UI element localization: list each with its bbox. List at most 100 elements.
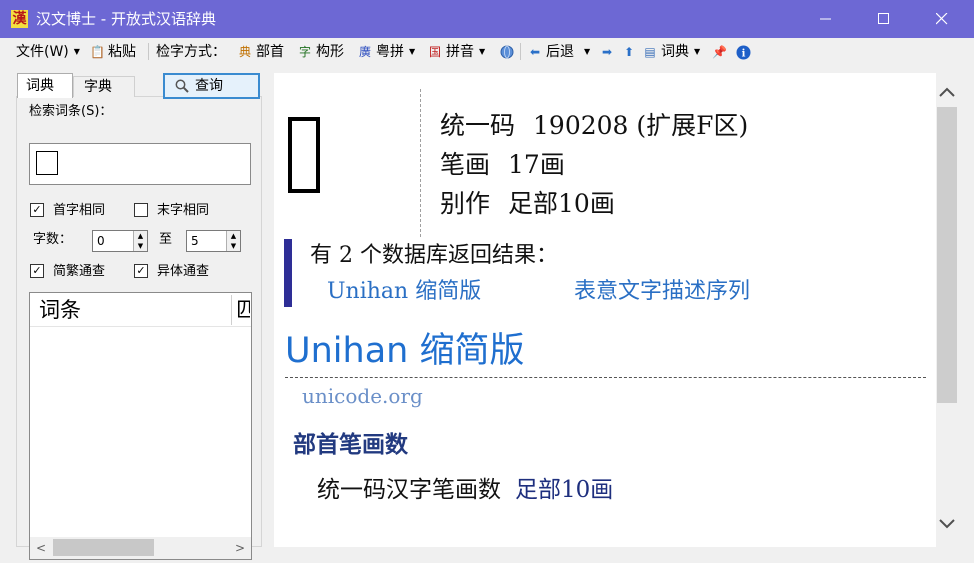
column-divider[interactable]	[231, 295, 232, 325]
chevron-up-icon[interactable]	[938, 81, 956, 103]
count-from-stepper[interactable]: 0 ▲ ▼	[92, 230, 148, 252]
dropdown-arrow-icon: ▼	[584, 47, 591, 56]
caret-down-icon[interactable]: ▼	[227, 241, 240, 251]
dictionary-button[interactable]: ▤ 词典 ▼	[643, 42, 700, 62]
search-input-glyph	[36, 151, 58, 175]
simp-trad-label: 简繁通查	[53, 264, 106, 279]
paste-label: 粘贴	[108, 44, 136, 60]
alt-form-value: 足部10画	[508, 189, 615, 218]
search-tab-page: 检索词条(S)： ✓ 首字相同 末字相同 字数： 0 ▲ ▼ 至 5 ▲ ▼ ✓ 简…	[16, 96, 262, 560]
minimize-icon	[820, 18, 831, 20]
chevron-right-icon[interactable]: >	[235, 540, 245, 556]
structure-icon: 字	[298, 45, 311, 59]
check-icon: ✓	[32, 264, 42, 277]
dropdown-arrow-icon: ▼	[409, 47, 416, 56]
tab-zidian[interactable]: 字典	[73, 76, 135, 97]
title-bar: 漢 汉文博士 - 开放式汉语辞典	[0, 0, 974, 38]
count-label: 字数：	[33, 232, 73, 247]
db-link-ids[interactable]: 表意文字描述序列	[574, 277, 750, 307]
method-label: 检字方式：	[156, 44, 226, 60]
alt-form-row: 别作 足部10画	[440, 187, 615, 221]
pin-button[interactable]: 📌	[712, 42, 730, 62]
result-heading: 有 2 个数据库返回结果：	[310, 243, 558, 268]
word-list[interactable]: 词条 匹 < >	[29, 292, 252, 560]
chevron-down-icon[interactable]	[938, 513, 956, 535]
info-button[interactable]: i	[736, 42, 751, 62]
search-input[interactable]	[29, 143, 251, 185]
maximize-icon	[878, 13, 889, 24]
source-link[interactable]: unicode.org	[302, 383, 423, 409]
codepoint-row: 统一码 190208 (扩展F区)	[440, 109, 748, 143]
horizontal-scrollbar[interactable]: < >	[30, 537, 251, 559]
pin-icon: 📌	[712, 45, 727, 59]
pinyin-button[interactable]: 国拼音 ▼	[428, 42, 485, 62]
cantonese-label: 粤拼	[376, 44, 404, 60]
count-from-value: 0	[97, 234, 105, 248]
dictionary-label: 词典	[661, 44, 689, 60]
close-button[interactable]	[914, 0, 970, 38]
section-title: Unihan 缩简版	[285, 331, 525, 371]
home-button[interactable]: ⬆	[622, 42, 640, 62]
to-label: 至	[159, 232, 173, 247]
strokes-row: 笔画 17画	[440, 148, 565, 182]
scrollbar-thumb[interactable]	[53, 539, 154, 556]
tab-cidian[interactable]: 词典	[17, 73, 73, 98]
caret-down-icon[interactable]: ▼	[134, 241, 147, 251]
radical-icon: 典	[238, 45, 251, 59]
variant-checkbox[interactable]: ✓	[134, 264, 148, 278]
strokes-key: 笔画	[440, 150, 491, 179]
file-menu[interactable]: 文件(W) ▼	[16, 42, 80, 62]
toolbar-divider	[148, 43, 149, 60]
paste-button[interactable]: 📋 粘贴	[90, 42, 136, 62]
list-header: 词条 匹	[30, 293, 251, 327]
simp-trad-checkbox[interactable]: ✓	[30, 264, 44, 278]
first-char-checkbox[interactable]: ✓	[30, 203, 44, 217]
variant-label: 异体通查	[157, 264, 210, 279]
last-char-label: 末字相同	[157, 203, 210, 218]
maximize-button[interactable]	[856, 0, 912, 38]
check-icon: ✓	[136, 264, 146, 277]
count-to-stepper[interactable]: 5 ▲ ▼	[186, 230, 241, 252]
arrow-right-icon: ➡	[601, 45, 613, 59]
minimize-button[interactable]	[798, 0, 854, 38]
codepoint-value: 190208 (扩展F区)	[533, 111, 749, 140]
arrow-up-icon: ⬆	[623, 45, 635, 59]
web-button[interactable]	[500, 42, 514, 62]
arrow-left-icon: ⬅	[529, 45, 541, 59]
book-icon: ▤	[644, 45, 656, 59]
query-button[interactable]: 查询	[163, 73, 260, 99]
radical-label: 部首	[256, 44, 284, 60]
stepper-buttons[interactable]: ▲ ▼	[226, 231, 240, 251]
toolbar: 文件(W) ▼ 📋 粘贴 检字方式： 典部首 字构形 廣粤拼 ▼ 国拼音 ▼ ⬅ 后退 ▼ …	[0, 38, 974, 65]
back-button[interactable]: ⬅ 后退 ▼	[528, 42, 590, 62]
query-label: 查询	[195, 78, 223, 94]
forward-button[interactable]: ➡	[600, 42, 618, 62]
check-icon: ✓	[32, 203, 42, 216]
column-header-match[interactable]: 匹	[236, 297, 250, 323]
globe-icon	[500, 45, 514, 59]
search-icon	[175, 79, 189, 93]
chevron-left-icon[interactable]: <	[36, 540, 46, 556]
left-panel: 检索词条(S)： ✓ 首字相同 末字相同 字数： 0 ▲ ▼ 至 5 ▲ ▼ ✓ 简…	[16, 73, 262, 560]
caret-up-icon[interactable]: ▲	[134, 231, 147, 241]
structure-button[interactable]: 字构形	[298, 42, 344, 62]
vertical-scrollbar[interactable]	[936, 73, 958, 547]
toolbar-divider	[520, 43, 521, 60]
entry-row: 统一码汉字笔画数 足部10画	[317, 474, 613, 506]
radical-button[interactable]: 典部首	[238, 42, 284, 62]
scrollbar-thumb[interactable]	[937, 107, 957, 403]
cantonese-icon: 廣	[358, 45, 371, 59]
accent-bar	[284, 239, 292, 307]
entry-value: 足部10画	[515, 477, 614, 503]
structure-label: 构形	[316, 44, 344, 60]
svg-text:i: i	[742, 48, 746, 59]
db-link-unihan[interactable]: Unihan 缩简版	[327, 277, 481, 307]
first-char-label: 首字相同	[53, 203, 106, 218]
close-icon	[936, 13, 948, 25]
last-char-checkbox[interactable]	[134, 203, 148, 217]
cantonese-button[interactable]: 廣粤拼 ▼	[358, 42, 415, 62]
stepper-buttons[interactable]: ▲ ▼	[133, 231, 147, 251]
caret-up-icon[interactable]: ▲	[227, 231, 240, 241]
column-header-word[interactable]: 词条	[39, 297, 81, 323]
content-view: 统一码 190208 (扩展F区) 笔画 17画 别作 足部10画 有 2 个数据库返…	[274, 73, 936, 547]
